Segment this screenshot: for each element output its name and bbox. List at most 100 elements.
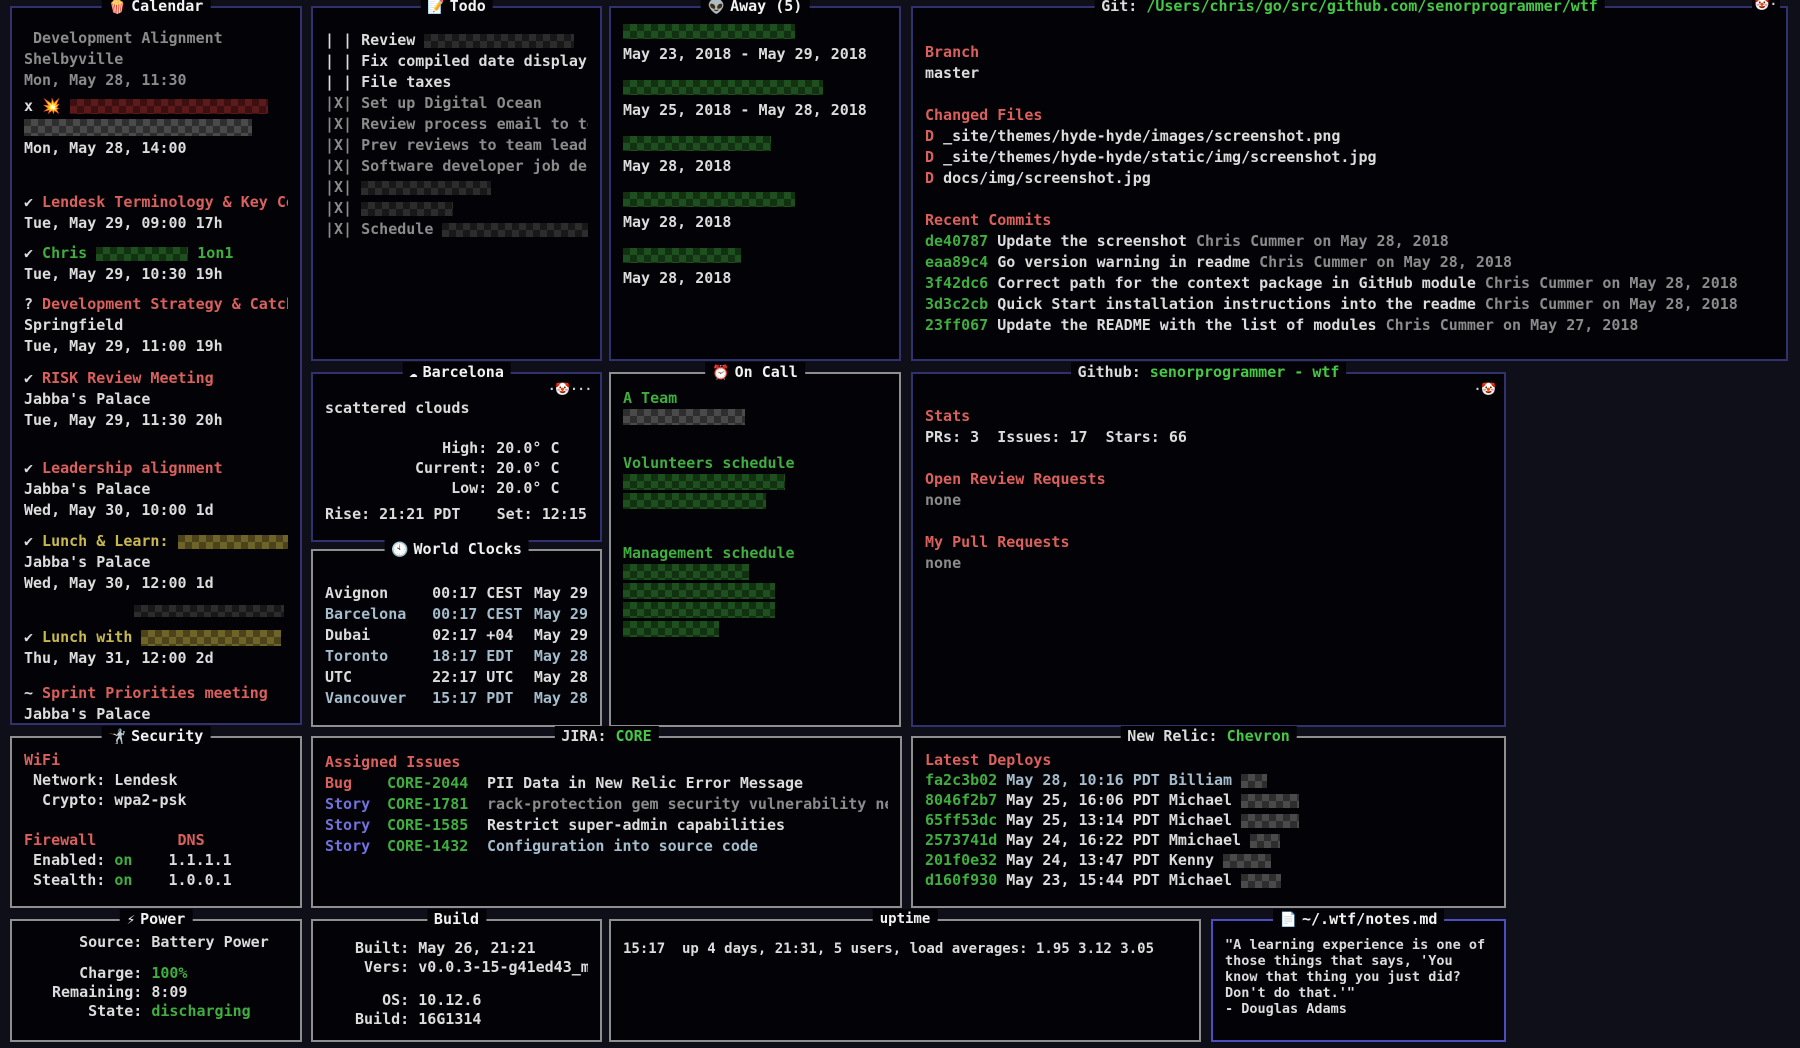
away-entry: May 28, 2018	[623, 248, 887, 289]
deploy-row: 201f0e32 May 24, 13:47 PDT Kenny	[925, 850, 1492, 870]
redacted-block	[361, 181, 491, 195]
jira-title: JIRA: CORE	[554, 726, 658, 746]
redacted-block	[623, 602, 775, 618]
clown-face-icon: ·🤡	[1474, 382, 1496, 396]
jira-issue[interactable]: StoryCORE-1432Configuration into source …	[325, 836, 888, 857]
jira-issue[interactable]: BugCORE-2044PII Data in New Relic Error …	[325, 773, 888, 794]
calendar-event: ✔ RISK Review Meeting Jabba's Palace Tue…	[24, 368, 288, 431]
jira-panel[interactable]: JIRA: CORE Assigned Issues BugCORE-2044P…	[311, 736, 902, 908]
redacted-block	[1241, 774, 1267, 788]
redacted-block	[1241, 874, 1281, 888]
world-clocks-panel[interactable]: 🕙World Clocks Avignon00:17 CESTMay 29 Ba…	[311, 549, 602, 727]
fencer-icon: 🤺	[109, 729, 126, 745]
calendar-event: ✔ Lendesk Terminology & Key Conc Tue, Ma…	[24, 192, 288, 234]
todo-item[interactable]: |X| Software developer job desc	[325, 156, 588, 177]
notes-panel[interactable]: 📄~/.wtf/notes.md "A learning experience …	[1211, 919, 1506, 1042]
away-entry: May 28, 2018	[623, 192, 887, 233]
build-title: Build	[427, 909, 486, 929]
todo-item[interactable]: |X|	[325, 177, 588, 198]
clock-icon: 🕙	[391, 542, 408, 558]
git-title: Git: /Users/chris/go/src/github.com/seno…	[1094, 0, 1605, 16]
redacted-block	[623, 136, 771, 151]
build-panel[interactable]: Build Built: May 26, 21:21 Vers: v0.0.3-…	[311, 919, 602, 1042]
redacted-block	[623, 80, 823, 95]
jira-issue[interactable]: StoryCORE-1781rack-protection gem securi…	[325, 794, 888, 815]
commit-row: 3f42dc6 Correct path for the context pac…	[925, 273, 1774, 294]
redacted-block	[24, 119, 252, 136]
redacted-block	[141, 630, 281, 646]
uptime-panel[interactable]: uptime 15:17 up 4 days, 21:31, 5 users, …	[609, 919, 1201, 1042]
todo-item[interactable]: | | Fix compiled date display bug	[325, 51, 588, 72]
alien-icon: 👽	[708, 0, 725, 15]
redacted-block	[623, 583, 775, 599]
redacted-block	[70, 99, 268, 114]
commit-row: 23ff067 Update the README with the list …	[925, 315, 1774, 336]
calendar-title: 🍿Calendar	[102, 0, 211, 17]
new-relic-panel[interactable]: New Relic: Chevron Latest Deploys fa2c3b…	[911, 736, 1506, 908]
new-relic-title: New Relic: Chevron	[1120, 726, 1297, 746]
redacted-block	[623, 24, 795, 39]
calendar-event: ✔ Lunch & Learn: Jabba's Palace Wed, May…	[24, 531, 288, 594]
redacted-block	[623, 192, 795, 207]
todo-item[interactable]: | | Review	[325, 30, 588, 51]
on-call-panel[interactable]: ⏰On Call A Team Volunteers schedule Mana…	[609, 372, 901, 727]
redacted-block	[96, 247, 188, 261]
todo-panel[interactable]: 📝Todo | | Review | | Fix compiled date d…	[311, 6, 602, 361]
commit-row: de40787 Update the screenshot Chris Cumm…	[925, 231, 1774, 252]
redacted-block	[623, 248, 741, 263]
redacted-block	[623, 564, 749, 580]
redacted-block	[361, 202, 453, 216]
clown-face-icon: ·🤡···	[548, 382, 592, 396]
calendar-event: ✔ Chris 1on1 Tue, May 29, 10:30 19h	[24, 243, 288, 285]
redacted-block	[623, 493, 766, 509]
todo-item[interactable]: | | File taxes	[325, 72, 588, 93]
page-icon: 📄	[1280, 912, 1297, 928]
redacted-block	[1223, 854, 1271, 868]
calendar-panel[interactable]: 🍿Calendar Development Alignment Shelbyvi…	[10, 6, 302, 725]
notes-title: 📄~/.wtf/notes.md	[1273, 909, 1445, 930]
notes-quote: "A learning experience is one of those t…	[1225, 937, 1492, 1001]
weather-panel[interactable]: ☁Barcelona ·🤡··· scattered clouds High: …	[311, 372, 602, 542]
clown-face-icon: 🤡·	[1752, 0, 1780, 11]
commit-row: eaa89c4 Go version warning in readme Chr…	[925, 252, 1774, 273]
redacted-block	[178, 535, 288, 549]
redacted-block	[1250, 834, 1280, 848]
redacted-block	[623, 409, 745, 425]
deploy-row: d160f930 May 23, 15:44 PDT Michael	[925, 870, 1492, 890]
clock-row: Avignon00:17 CESTMay 29	[325, 583, 588, 604]
changed-file: D _site/themes/hyde-hyde/static/img/scre…	[925, 147, 1774, 168]
github-panel[interactable]: Github: senorprogrammer - wtf ·🤡 Stats P…	[911, 372, 1506, 727]
lightning-icon: ⚡	[127, 912, 135, 928]
todo-item[interactable]: |X|	[325, 198, 588, 219]
popcorn-icon: 🍿	[109, 0, 126, 15]
away-entry: May 25, 2018 - May 28, 2018	[623, 80, 887, 121]
clock-row: Barcelona00:17 CESTMay 29	[325, 604, 588, 625]
git-panel[interactable]: Git: /Users/chris/go/src/github.com/seno…	[911, 6, 1788, 361]
cloud-icon: ☁	[409, 365, 417, 381]
away-title: 👽Away (5)	[701, 0, 810, 17]
calendar-event: ? Development Strategy & Catch U Springf…	[24, 294, 288, 357]
redacted-block	[134, 605, 284, 617]
alarm-clock-icon: ⏰	[712, 365, 729, 381]
world-clocks-title: 🕙World Clocks	[384, 539, 529, 560]
jira-issue[interactable]: StoryCORE-1585Restrict super-admin capab…	[325, 815, 888, 836]
todo-item[interactable]: |X| Review process email to team	[325, 114, 588, 135]
todo-title: 📝Todo	[420, 0, 493, 17]
changed-file: D _site/themes/hyde-hyde/images/screensh…	[925, 126, 1774, 147]
calendar-event: Development Alignment Shelbyville Mon, M…	[24, 28, 288, 91]
calendar-event: ✔ Lunch with Thu, May 31, 12:00 2d	[24, 627, 288, 669]
todo-item[interactable]: |X| Prev reviews to team leads	[325, 135, 588, 156]
github-title: Github: senorprogrammer - wtf	[1071, 362, 1347, 382]
redacted-block	[442, 223, 588, 237]
clock-row: Dubai02:17 +04May 29	[325, 625, 588, 646]
todo-item[interactable]: |X| Set up Digital Ocean	[325, 93, 588, 114]
todo-item[interactable]: |X| Schedule	[325, 219, 588, 240]
deploy-row: fa2c3b02 May 28, 10:16 PDT Billiam	[925, 770, 1492, 790]
clock-row: UTC22:17 UTCMay 28	[325, 667, 588, 688]
away-panel[interactable]: 👽Away (5) May 23, 2018 - May 29, 2018 Ma…	[609, 6, 901, 361]
redacted-block	[623, 474, 785, 490]
power-panel[interactable]: ⚡Power Source: Battery Power Charge: 100…	[10, 919, 302, 1042]
security-panel[interactable]: 🤺Security WiFi Network: Lendesk Crypto: …	[10, 736, 302, 908]
weather-title: ☁Barcelona	[402, 362, 511, 383]
clock-row: Vancouver15:17 PDTMay 28	[325, 688, 588, 709]
